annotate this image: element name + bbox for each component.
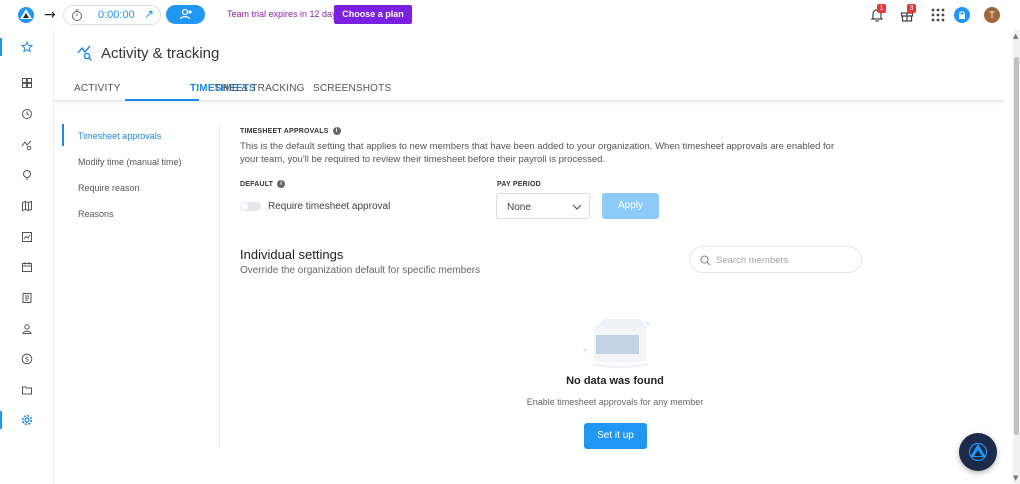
security-button[interactable]: [954, 7, 970, 23]
timer-widget[interactable]: 0:00:00 ↗: [63, 5, 161, 25]
sidebar-item-timesheet-list[interactable]: [0, 287, 54, 309]
default-info-icon[interactable]: i: [277, 180, 286, 188]
sidebar-item-reports[interactable]: [0, 226, 54, 248]
sidebar-item-locations[interactable]: [0, 164, 54, 186]
timesheet-icon: [22, 293, 32, 303]
settings-nav-modify-time[interactable]: Modify time (manual time): [78, 157, 182, 167]
timesheet-approval-toggle[interactable]: [240, 202, 261, 211]
top-bar: → 0:00:00 ↗ Team trial expires in 12 day…: [0, 0, 1020, 30]
search-input[interactable]: [716, 253, 856, 267]
gifts-badge: 3: [907, 4, 916, 13]
calendar-icon: [22, 262, 32, 272]
scroll-up-icon[interactable]: ▲: [1013, 32, 1018, 40]
dashboard-icon: [22, 78, 32, 88]
lock-icon: [959, 11, 965, 19]
section-heading: TIMESHEET APPROVALS i: [240, 127, 341, 135]
location-icon: [23, 170, 31, 180]
pay-period-label: PAY PERIOD: [497, 181, 541, 188]
scrollbar-thumb[interactable]: [1014, 57, 1019, 435]
search-icon: [700, 255, 711, 266]
activity-tracking-icon: [77, 45, 92, 61]
default-label: DEFAULT: [240, 180, 274, 188]
sidebar-item-dashboard[interactable]: [0, 72, 54, 94]
timer-value: 0:00:00: [98, 9, 135, 21]
clock-icon: [22, 109, 32, 119]
info-icon[interactable]: i: [332, 127, 341, 135]
stopwatch-icon: [72, 9, 82, 21]
empty-box-icon: [582, 319, 651, 368]
trial-message: Team trial expires in 12 days.: [227, 9, 344, 19]
activity-icon: [21, 140, 32, 151]
dollar-icon: $: [21, 353, 33, 365]
pay-period-value: None: [507, 202, 531, 213]
user-avatar[interactable]: T: [984, 7, 1000, 23]
projects-icon: [22, 386, 32, 395]
svg-text:$: $: [25, 356, 29, 364]
scroll-down-icon[interactable]: ▼: [1013, 474, 1018, 482]
open-timer-icon[interactable]: ↗: [144, 7, 154, 21]
people-icon: [22, 324, 32, 334]
sidebar-item-people[interactable]: [0, 318, 54, 340]
settings-icon: [21, 414, 33, 426]
sidebar-item-map[interactable]: [0, 195, 54, 217]
app-logo-icon[interactable]: [17, 6, 35, 24]
sidebar: $: [0, 30, 54, 484]
section-heading-text: TIMESHEET APPROVALS: [240, 127, 329, 135]
sidebar-item-favorites[interactable]: [0, 36, 54, 58]
tab-bar: ACTIVITY TIMESHEETS TIME & TRACKING SCRE…: [54, 70, 1004, 101]
add-user-icon: [179, 8, 192, 20]
choose-plan-button[interactable]: Choose a plan: [334, 5, 412, 24]
sidebar-item-calendar[interactable]: [0, 256, 54, 278]
section-description: This is the default setting that applies…: [240, 141, 835, 165]
sidebar-item-activity[interactable]: [0, 134, 54, 156]
settings-nav-reasons[interactable]: Reasons: [78, 209, 114, 219]
empty-state-title: No data was found: [566, 375, 664, 387]
search-members: [689, 246, 862, 273]
add-user-button[interactable]: [166, 5, 205, 24]
settings-nav-active-indicator: [62, 124, 64, 146]
settings-nav-timesheet-approvals[interactable]: Timesheet approvals: [78, 131, 161, 141]
settings-nav: Timesheet approvals Modify time (manual …: [62, 124, 220, 448]
apps-grid-icon: [931, 8, 945, 22]
sidebar-item-financials[interactable]: $: [0, 348, 54, 370]
apply-button[interactable]: Apply: [602, 193, 659, 219]
set-it-up-button[interactable]: Set it up: [584, 423, 647, 449]
apps-grid-button[interactable]: [930, 7, 946, 23]
sidebar-item-timesheets[interactable]: [0, 103, 54, 125]
notifications-badge: 1: [877, 4, 886, 13]
gifts-button[interactable]: 3: [899, 4, 916, 23]
tab-activity[interactable]: ACTIVITY: [74, 83, 121, 94]
sidebar-item-settings[interactable]: [0, 409, 54, 431]
sidebar-item-projects[interactable]: [0, 379, 54, 401]
tab-time-tracking[interactable]: TIME & TRACKING: [214, 83, 305, 94]
tab-divider: [54, 101, 1004, 105]
individual-settings-subtitle: Override the organization default for sp…: [240, 265, 481, 276]
empty-state-subtitle: Enable timesheet approvals for any membe…: [526, 397, 704, 407]
page-title: Activity & tracking: [101, 45, 220, 62]
reports-icon: [22, 232, 32, 242]
default-heading: DEFAULT i: [240, 180, 286, 188]
toggle-label: Require timesheet approval: [268, 201, 391, 212]
chevron-down-icon: [572, 204, 582, 210]
pay-period-select[interactable]: None: [496, 193, 590, 219]
help-logo-icon: [968, 442, 988, 462]
individual-settings-title: Individual settings: [240, 247, 344, 262]
help-chat-button[interactable]: [959, 433, 997, 471]
map-icon: [22, 200, 32, 212]
notifications-button[interactable]: 1: [869, 4, 886, 23]
star-icon: [21, 41, 33, 53]
settings-nav-require-reason[interactable]: Require reason: [78, 183, 140, 193]
tab-screenshots[interactable]: SCREENSHOTS: [313, 83, 391, 94]
expand-arrow-icon[interactable]: →: [44, 7, 56, 23]
